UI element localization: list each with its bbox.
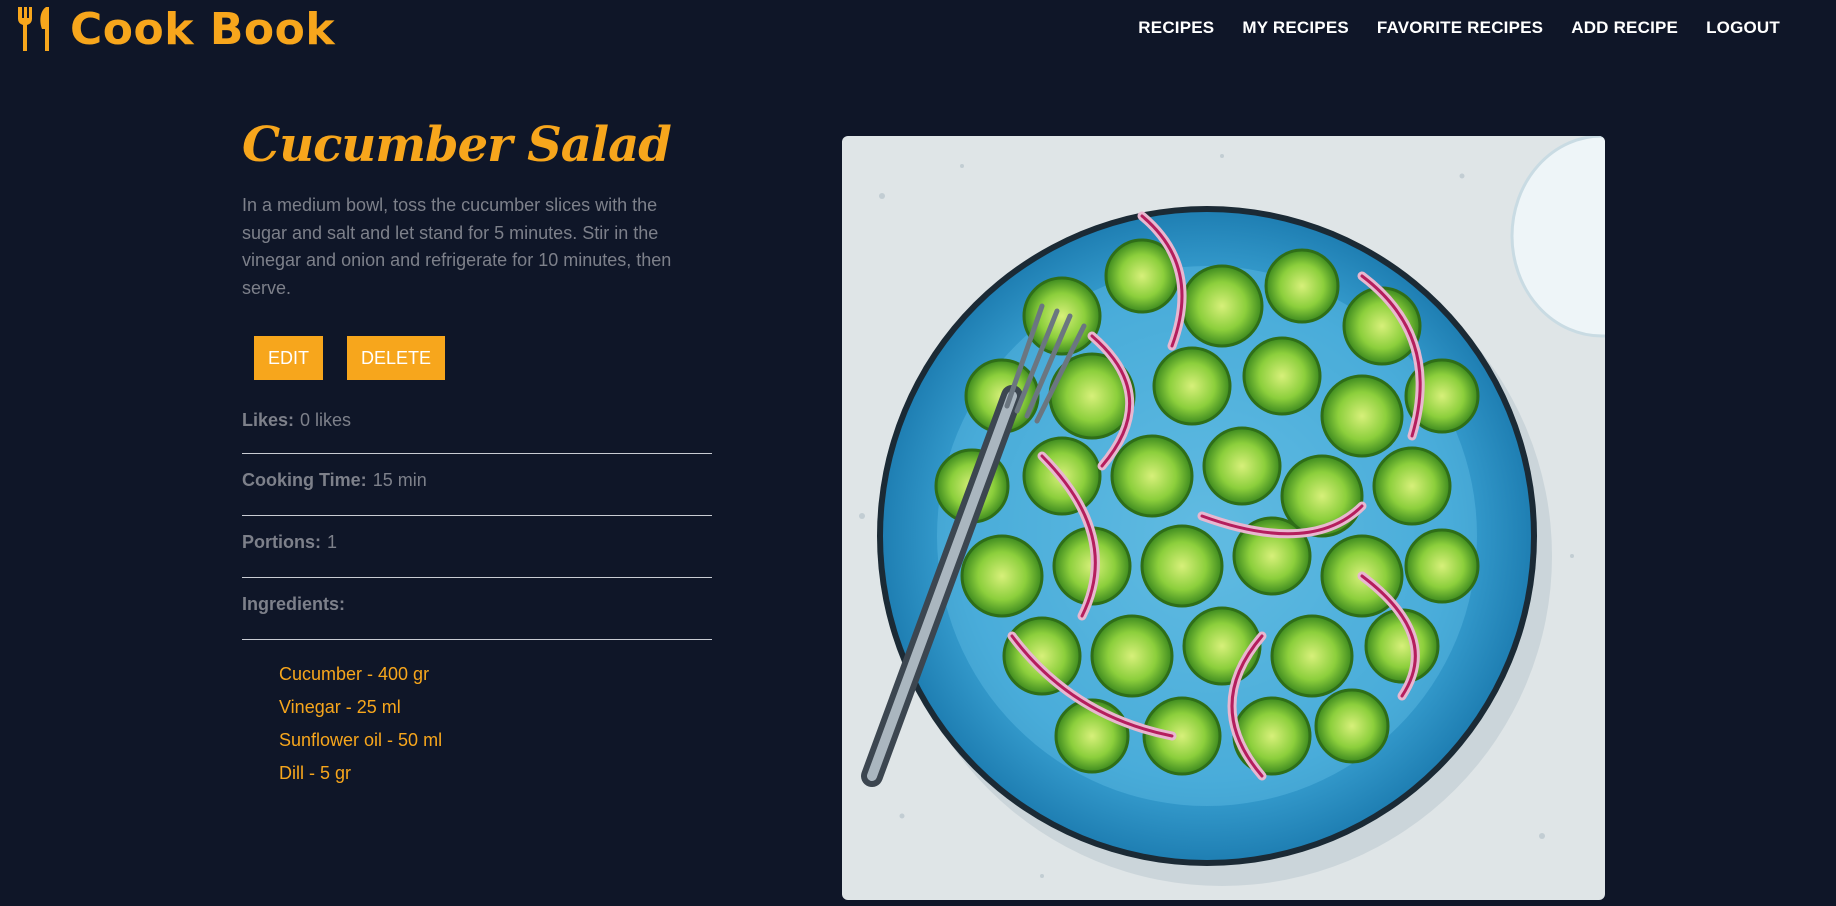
recipe-image: [842, 136, 1605, 900]
ingredients-list: Cucumber - 400 gr Vinegar - 25 ml Sunflo…: [242, 658, 712, 790]
nav-logout[interactable]: LOGOUT: [1706, 18, 1780, 38]
recipe-description: In a medium bowl, toss the cucumber slic…: [242, 195, 672, 298]
delete-button[interactable]: DELETE: [347, 336, 446, 380]
nav-recipes[interactable]: RECIPES: [1138, 18, 1214, 38]
cooking-time-label: Cooking Time:: [242, 470, 367, 490]
portions-value: 1: [327, 532, 338, 552]
edit-button[interactable]: EDIT: [254, 336, 324, 380]
recipe-title: Cucumber Salad: [242, 117, 672, 173]
site-header: Cook Book RECIPES MY RECIPES FAVORITE RE…: [0, 0, 1836, 60]
fork-knife-icon: [17, 7, 49, 51]
ingredients-label: Ingredients:: [242, 594, 346, 614]
likes-row: Likes: 0 likes: [242, 402, 712, 454]
list-item: Vinegar - 25 ml: [279, 697, 401, 717]
ingredients-row: Ingredients:: [242, 578, 712, 640]
cooking-time-row: Cooking Time: 15 min: [242, 454, 712, 516]
recipe-info: Likes: 0 likes Cooking Time: 15 min Port…: [242, 402, 712, 640]
brand-name: Cook Book: [70, 3, 336, 55]
portions-row: Portions: 1: [242, 516, 712, 578]
cooking-time-value: 15 min: [372, 470, 427, 490]
list-item: Sunflower oil - 50 ml: [279, 730, 443, 750]
salad-photo-illustration: [842, 136, 1605, 900]
likes-value: 0 likes: [300, 410, 352, 430]
portions-label: Portions:: [242, 532, 321, 552]
recipe-actions: EDIT DELETE: [254, 336, 712, 380]
likes-label: Likes:: [242, 410, 295, 430]
brand-logo[interactable]: Cook Book: [16, 2, 335, 56]
list-item: Cucumber - 400 gr: [279, 664, 430, 684]
nav-favorite-recipes[interactable]: FAVORITE RECIPES: [1377, 18, 1543, 38]
main-nav: RECIPES MY RECIPES FAVORITE RECIPES ADD …: [1138, 18, 1780, 38]
recipe-details: Cucumber Salad In a medium bowl, toss th…: [242, 110, 712, 790]
list-item: Dill - 5 gr: [279, 763, 352, 783]
nav-add-recipe[interactable]: ADD RECIPE: [1571, 18, 1678, 38]
nav-my-recipes[interactable]: MY RECIPES: [1242, 18, 1349, 38]
